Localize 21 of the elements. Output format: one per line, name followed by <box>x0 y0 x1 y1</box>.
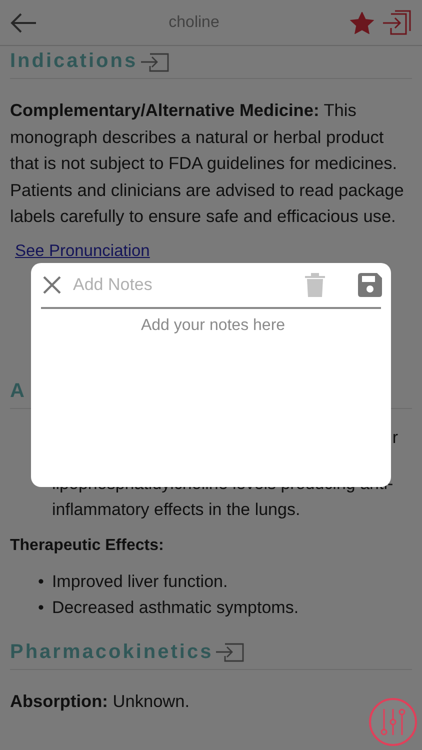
paragraph: Absorption: Unknown. <box>10 690 191 713</box>
sliders-icon <box>379 707 407 737</box>
subheading: Therapeutic Effects: <box>10 536 165 554</box>
list-item: Decreased asthmatic symptoms. <box>52 596 299 618</box>
paragraph: Complementary/Alternative Medicine: This monograph describes a natural or herbal product that is not subject to FDA guidelines for medicines. Patients and clinicians are advised to read package labels carefully to ensure safe and efficacious use. <box>10 99 405 228</box>
bullet: • <box>38 570 44 592</box>
save-icon[interactable] <box>358 273 382 297</box>
nav-title: choline <box>168 14 220 32</box>
jump-icon[interactable] <box>140 52 170 72</box>
back-button[interactable] <box>10 12 38 34</box>
section-heading: Indications <box>10 50 138 73</box>
pronunciation-link[interactable]: See Pronunciation <box>15 242 150 260</box>
jump-icon[interactable] <box>215 642 246 662</box>
exit-icon[interactable] <box>382 10 412 36</box>
close-button[interactable] <box>41 274 63 296</box>
bullet: • <box>38 596 44 618</box>
list-item: Improved liver function. <box>52 570 228 592</box>
star-icon[interactable] <box>350 12 374 34</box>
section-heading: A <box>10 380 26 402</box>
section-heading: Pharmacokinetics <box>10 640 214 664</box>
text-fragment: r <box>392 428 398 446</box>
